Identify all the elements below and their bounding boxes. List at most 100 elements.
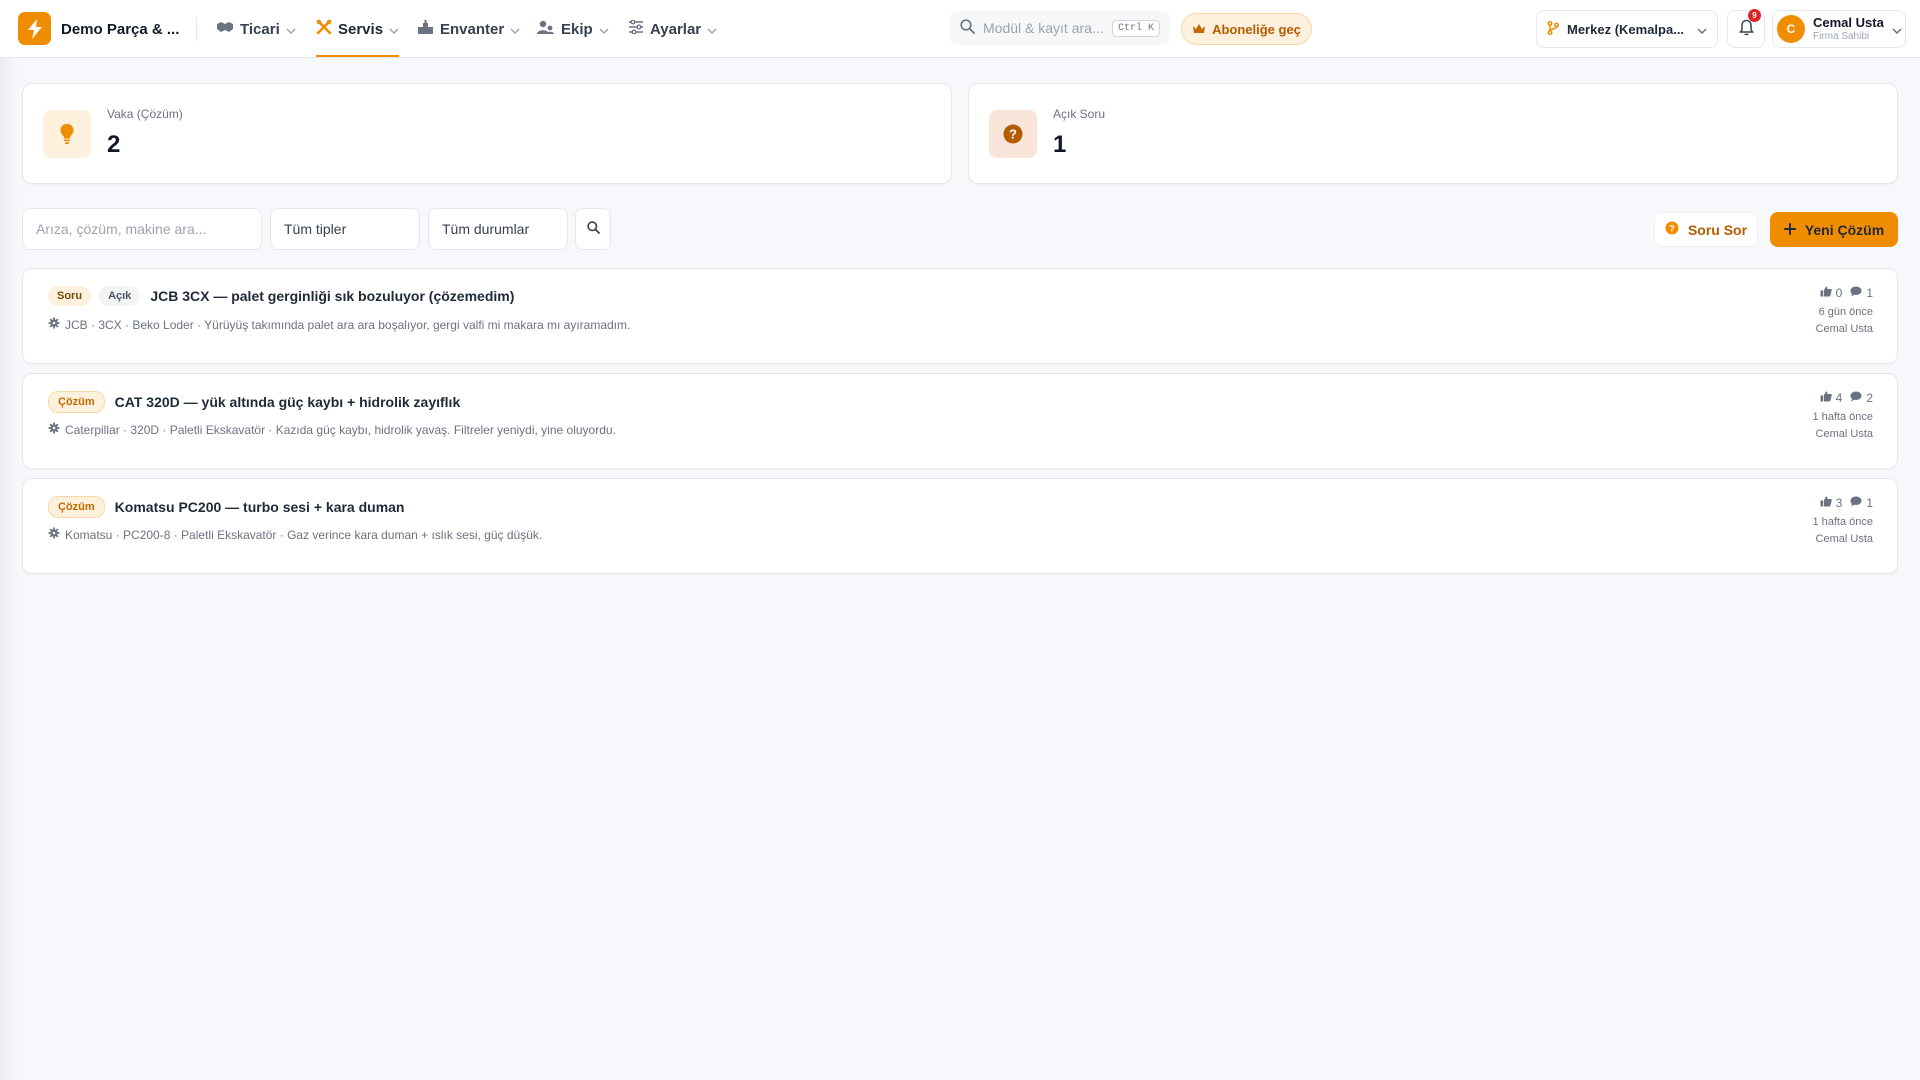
- chevron-down-icon: [389, 21, 399, 38]
- user-name: Cemal Usta: [1813, 14, 1884, 30]
- user-menu[interactable]: C Cemal Usta Firma Sahibi: [1772, 10, 1906, 48]
- chevron-down-icon: [1892, 21, 1902, 37]
- list-item[interactable]: Çözüm CAT 320D — yük altında güç kaybı +…: [22, 373, 1898, 469]
- like-count-value: 3: [1835, 496, 1843, 510]
- thumbs-up-icon: [1820, 286, 1832, 300]
- nav-ekip-label: Ekip: [561, 20, 593, 38]
- upgrade-subscription-button[interactable]: Aboneliğe geç: [1181, 13, 1312, 45]
- bell-icon: [1738, 19, 1754, 39]
- like-count[interactable]: 0: [1820, 286, 1843, 300]
- nav-ticari[interactable]: Ticari: [216, 10, 296, 48]
- svg-text:?: ?: [1669, 223, 1675, 234]
- search-submit-button[interactable]: [575, 208, 611, 250]
- branch-icon: [1547, 20, 1560, 38]
- nav-ticari-label: Ticari: [240, 20, 280, 38]
- comment-count[interactable]: 1: [1850, 496, 1873, 510]
- like-count-value: 0: [1835, 286, 1843, 300]
- question-circle-icon: ?: [989, 110, 1037, 158]
- svg-text:?: ?: [1009, 127, 1017, 142]
- item-heading: Soru Açık JCB 3CX — palet gerginliği sık…: [48, 286, 514, 306]
- item-side-info: 3 1 1 hafta önce Cemal Usta: [1812, 496, 1873, 545]
- branch-selector[interactable]: Merkez (Kemalpa...: [1536, 10, 1718, 48]
- nav-servis[interactable]: Servis: [316, 10, 400, 57]
- stat-card-open-questions: ? Açık Soru 1: [968, 83, 1898, 184]
- item-time: 6 gün önce: [1818, 306, 1873, 318]
- chevron-down-icon: [510, 21, 520, 38]
- top-navigation-bar: Demo Parça & ... Ticari Servis Envanter …: [0, 0, 1920, 58]
- handshake-icon: [216, 20, 234, 38]
- search-icon: [586, 221, 600, 237]
- ask-question-button[interactable]: ? Soru Sor: [1654, 212, 1758, 247]
- avatar: C: [1777, 15, 1805, 43]
- comment-count-value: 1: [1866, 286, 1873, 300]
- item-time: 1 hafta önce: [1812, 516, 1873, 528]
- ask-question-label: Soru Sor: [1687, 221, 1748, 238]
- company-name[interactable]: Demo Parça & ...: [61, 21, 179, 38]
- knowledge-search-input[interactable]: Arıza, çözüm, makine ara...: [22, 208, 262, 250]
- status-badge: Açık: [99, 286, 141, 306]
- gear-icon: [48, 422, 60, 437]
- like-count-value: 4: [1835, 391, 1843, 405]
- sliders-icon: [628, 19, 644, 38]
- item-time: 1 hafta önce: [1812, 411, 1873, 423]
- comment-count[interactable]: 2: [1850, 391, 1873, 405]
- type-badge: Çözüm: [48, 391, 105, 413]
- item-meta: Caterpillar · 320D · Paletli Ekskavatör …: [48, 422, 616, 437]
- notifications-button[interactable]: 9: [1727, 9, 1765, 48]
- status-filter-select[interactable]: Tüm durumlar: [428, 208, 568, 250]
- nav-ayarlar[interactable]: Ayarlar: [628, 10, 717, 48]
- comment-count[interactable]: 1: [1850, 286, 1873, 300]
- tools-icon: [316, 19, 332, 39]
- chevron-down-icon: [286, 21, 296, 38]
- thumbs-up-icon: [1820, 391, 1832, 405]
- stat-card-cases: Vaka (Çözüm) 2: [22, 83, 952, 184]
- item-description: Komatsu · PC200-8 · Paletli Ekskavatör ·…: [65, 527, 543, 542]
- item-description: JCB · 3CX · Beko Loder · Yürüyüş takımın…: [65, 317, 631, 332]
- nav-ekip[interactable]: Ekip: [537, 10, 609, 48]
- keyboard-shortcut-hint: Ctrl K: [1111, 19, 1160, 37]
- type-filter-select[interactable]: Tüm tipler: [270, 208, 420, 250]
- comment-icon: [1850, 496, 1862, 510]
- nav-servis-label: Servis: [338, 20, 384, 38]
- search-icon: [960, 19, 975, 37]
- item-side-info: 4 2 1 hafta önce Cemal Usta: [1812, 391, 1873, 440]
- users-icon: [537, 20, 555, 39]
- gear-icon: [48, 317, 60, 332]
- item-title[interactable]: Komatsu PC200 — turbo sesi + kara duman: [115, 499, 405, 515]
- lightbulb-icon: [43, 110, 91, 158]
- stat-label: Açık Soru: [1053, 107, 1106, 121]
- global-search-input[interactable]: Modül & kayıt ara... Ctrl K: [950, 11, 1170, 45]
- item-side-info: 0 1 6 gün önce Cemal Usta: [1816, 286, 1873, 335]
- search-placeholder: Modül & kayıt ara...: [983, 20, 1104, 36]
- item-heading: Çözüm Komatsu PC200 — turbo sesi + kara …: [48, 496, 405, 518]
- item-heading: Çözüm CAT 320D — yük altında güç kaybı +…: [48, 391, 460, 413]
- comment-count-value: 1: [1866, 496, 1873, 510]
- item-description: Caterpillar · 320D · Paletli Ekskavatör …: [65, 422, 616, 437]
- comment-icon: [1850, 391, 1862, 405]
- new-solution-button[interactable]: Yeni Çözüm: [1770, 212, 1898, 247]
- nav-envanter-label: Envanter: [440, 20, 505, 38]
- warehouse-icon: [417, 19, 434, 39]
- nav-ayarlar-label: Ayarlar: [650, 20, 702, 38]
- stat-value: 2: [107, 131, 121, 158]
- like-count[interactable]: 3: [1820, 496, 1843, 510]
- item-title[interactable]: JCB 3CX — palet gerginliği sık bozuluyor…: [150, 288, 514, 304]
- new-solution-label: Yeni Çözüm: [1804, 221, 1885, 238]
- gear-icon: [48, 527, 60, 542]
- list-item[interactable]: Soru Açık JCB 3CX — palet gerginliği sık…: [22, 268, 1898, 364]
- stat-value: 1: [1053, 131, 1067, 158]
- item-author: Cemal Usta: [1815, 428, 1873, 440]
- upgrade-label: Aboneliğe geç: [1212, 21, 1301, 37]
- item-title[interactable]: CAT 320D — yük altında güç kaybı + hidro…: [115, 394, 461, 410]
- stat-label: Vaka (Çözüm): [107, 107, 183, 121]
- app-logo-bolt-icon[interactable]: [18, 12, 51, 45]
- list-item[interactable]: Çözüm Komatsu PC200 — turbo sesi + kara …: [22, 478, 1898, 574]
- chevron-down-icon: [707, 21, 717, 38]
- divider: [196, 17, 197, 41]
- nav-envanter[interactable]: Envanter: [417, 10, 520, 48]
- like-count[interactable]: 4: [1820, 391, 1843, 405]
- crown-icon: [1192, 22, 1206, 37]
- chevron-down-icon: [599, 21, 609, 38]
- type-badge: Soru: [48, 286, 92, 306]
- notification-count-badge: 9: [1748, 9, 1761, 22]
